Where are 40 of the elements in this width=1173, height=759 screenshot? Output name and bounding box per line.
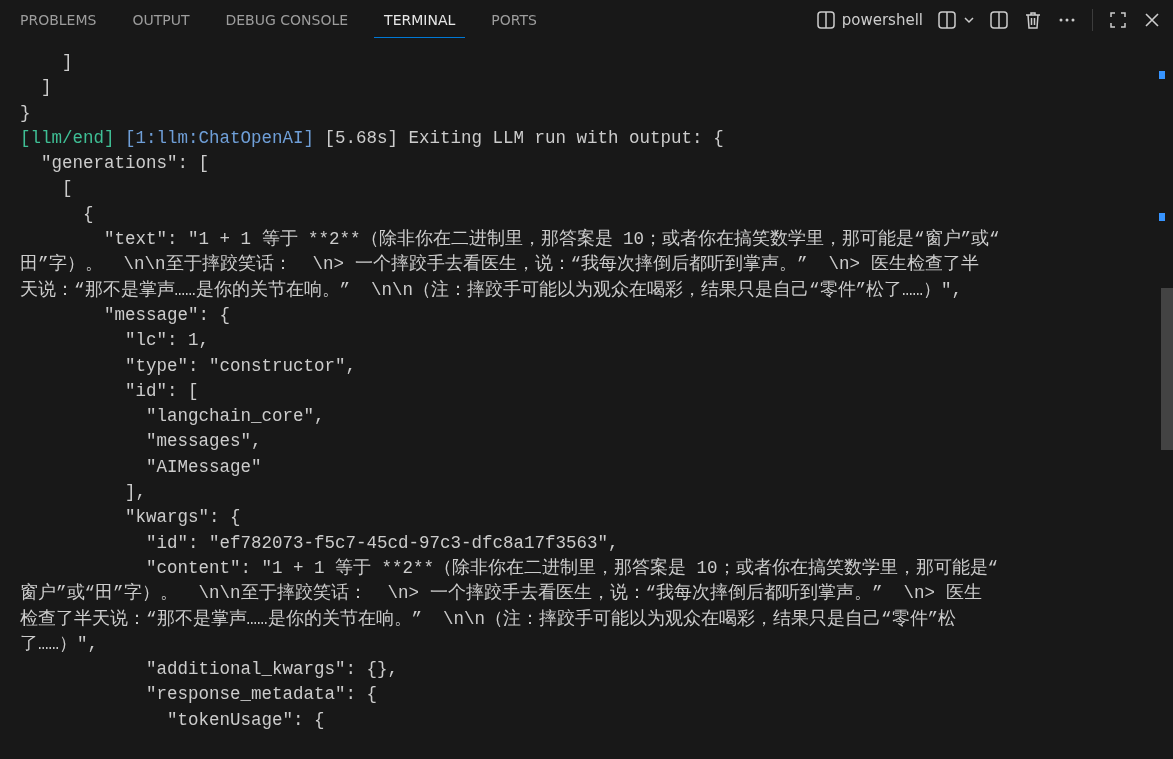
terminal-line: "additional_kwargs": {}, [145, 658, 399, 682]
terminal-line: "messages", [145, 430, 262, 454]
terminal-line: "generations": [ [40, 152, 210, 176]
terminal-line: } [20, 101, 31, 125]
terminal-line: "response_metadata": { [145, 683, 378, 707]
terminal-line: "id": [ [124, 379, 199, 403]
terminal-line: "text": "1 + 1 等于 **2**（除非你在二进制里，那答案是 10；或者你在搞笑数学里，那可能是“窗户”或“ [103, 227, 1000, 252]
terminal-text: [llm/end] [20, 127, 115, 148]
split-icon [937, 10, 957, 30]
panel-tab[interactable]: TERMINAL [374, 2, 466, 38]
terminal-line: ], [124, 481, 147, 505]
panel-tab[interactable]: PORTS [481, 2, 547, 38]
panel-tab[interactable]: PROBLEMS [10, 2, 107, 38]
scrollbar-marker [1159, 213, 1165, 221]
terminal-line: "id": "ef782073-f5c7-45cd-97c3-dfc8a17f3563", [145, 531, 619, 555]
terminal-line: 田”字）。 \n\n至于摔跤笑话： \n> 一个摔跤手去看医生，说：“我每次摔倒后都听到掌声。” \n> 医生检查了半 [20, 253, 979, 277]
scrollbar-marker [1159, 71, 1165, 79]
terminal-line: 检查了半天说：“那不是掌声……是你的关节在响。” \n\n（注：摔跤手可能以为观众在喝彩，结果只是自己“零件”松 [20, 607, 957, 631]
terminal-line: ] [61, 51, 73, 74]
scrollbar-thumb[interactable] [1161, 288, 1173, 450]
terminal-line: "message": { [103, 303, 231, 327]
terminal-line: "langchain_core", [145, 405, 325, 429]
terminal-line: "tokenUsage": { [166, 708, 325, 732]
terminal-line: "type": "constructor", [124, 354, 357, 378]
terminal-line: { [82, 202, 94, 226]
terminal-line: "content": "1 + 1 等于 **2**（除非你在二进制里，那答案是 10；或者你在搞笑数学里，那可能是“ [145, 556, 999, 580]
terminal-line: ] [40, 76, 52, 100]
terminal-line: "kwargs": { [124, 506, 241, 530]
terminal-line: 了……）", [20, 632, 98, 656]
terminal-line: "lc": 1, [124, 329, 210, 353]
terminal-line: [ [61, 177, 73, 201]
terminal-selector[interactable]: powershell [812, 7, 926, 33]
terminal-line: "AIMessage" [145, 455, 262, 479]
terminal-text: [5.68s] Exiting LLM run with output: { [323, 127, 724, 148]
caret-icon [963, 14, 975, 26]
panel-tab[interactable]: DEBUG CONSOLE [215, 2, 359, 38]
terminal-line: 窗户”或“田”字）。 \n\n至于摔跤笑话： \n> 一个摔跤手去看医生，说：“我每次摔倒后都听到掌声。” \n> 医生 [20, 582, 982, 606]
terminal-text: [1:llm:ChatOpenAI] [124, 127, 315, 148]
panel-tab[interactable]: OUTPUT [122, 2, 200, 38]
terminal-line: 天说：“那不是掌声……是你的关节在响。” \n\n（注：摔跤手可能以为观众在喝彩，结果只是自己“零件”松了……）", [20, 278, 963, 302]
